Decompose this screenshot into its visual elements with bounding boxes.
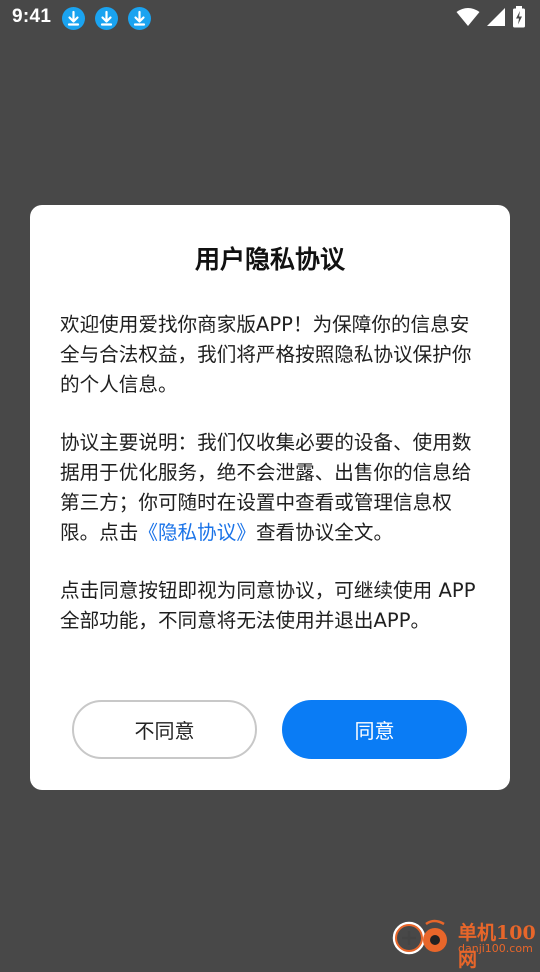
download-icon	[128, 7, 151, 30]
system-icons	[456, 6, 526, 32]
download-icon	[95, 7, 118, 30]
download-icon	[62, 7, 85, 30]
dialog-body: 欢迎使用爱找你商家版APP！为保障你的信息安全与合法权益，我们将严格按照隐私协议…	[60, 310, 480, 664]
privacy-dialog: 用户隐私协议 欢迎使用爱找你商家版APP！为保障你的信息安全与合法权益，我们将严…	[30, 205, 510, 790]
privacy-agreement-link[interactable]: 《隐私协议》	[138, 521, 256, 544]
summary-paragraph: 协议主要说明：我们仅收集必要的设备、使用数据用于优化服务，绝不会泄露、出售你的信…	[60, 428, 480, 548]
watermark-logo-icon	[390, 918, 454, 960]
agree-button[interactable]: 同意	[282, 700, 467, 759]
status-bar: 9:41	[0, 0, 540, 36]
watermark: 单机100网 danji100.com	[390, 912, 540, 971]
summary-text-end: 查看协议全文。	[255, 521, 394, 544]
intro-paragraph: 欢迎使用爱找你商家版APP！为保障你的信息安全与合法权益，我们将严格按照隐私协议…	[60, 313, 472, 396]
status-time: 9:41	[12, 6, 52, 27]
disagree-button[interactable]: 不同意	[72, 700, 257, 759]
consent-paragraph: 点击同意按钮即视为同意协议，可继续使用 APP 全部功能，不同意将无法使用并退出…	[60, 579, 476, 632]
watermark-url: danji100.com	[458, 942, 533, 955]
wifi-icon	[456, 7, 480, 31]
cellular-signal-icon	[486, 7, 506, 31]
dialog-title: 用户隐私协议	[194, 245, 345, 274]
battery-charging-icon	[512, 6, 526, 32]
